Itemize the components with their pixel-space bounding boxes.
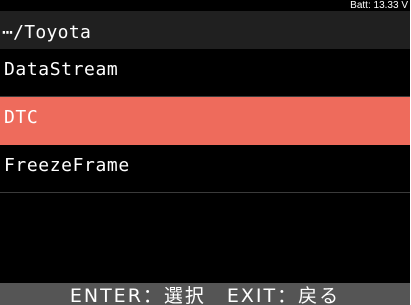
device-screen: Batt: 13.33 V ⋯/Toyota DataStream DTC Fr… <box>0 0 410 305</box>
menu-item-label: DTC <box>4 107 39 128</box>
menu-list: DataStream DTC FreezeFrame <box>0 49 410 241</box>
key-hint-bar: ENTER：選択 EXIT：戻る <box>0 283 410 305</box>
menu-item-label: FreezeFrame <box>4 155 130 176</box>
menu-item-label: DataStream <box>4 59 119 80</box>
menu-item-empty <box>0 193 410 241</box>
diagnostic-device: Batt: 13.33 V ⋯/Toyota DataStream DTC Fr… <box>0 0 411 305</box>
breadcrumb: ⋯/Toyota <box>0 11 410 49</box>
key-hint-text: ENTER：選択 EXIT：戻る <box>69 285 341 305</box>
breadcrumb-path: ⋯/Toyota <box>2 22 92 43</box>
status-bar: Batt: 13.33 V <box>0 0 410 11</box>
menu-item-freezeframe[interactable]: FreezeFrame <box>0 145 410 193</box>
menu-item-datastream[interactable]: DataStream <box>0 49 410 97</box>
battery-voltage: Batt: 13.33 V <box>350 0 408 11</box>
menu-item-dtc[interactable]: DTC <box>0 97 410 145</box>
